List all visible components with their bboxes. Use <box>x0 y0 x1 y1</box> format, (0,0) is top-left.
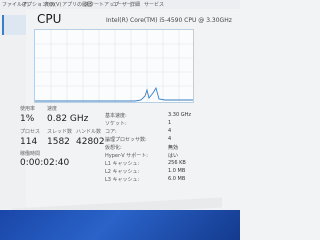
utilization-label: 使用率 <box>20 106 36 112</box>
sidebar-item-cpu[interactable] <box>2 15 26 35</box>
uptime-value: 0:00:02:40 <box>20 158 70 168</box>
speed-value: 0.82 GHz <box>47 114 89 124</box>
detail-value: 1 <box>168 120 172 126</box>
cpu-usage-line <box>35 86 193 102</box>
cpu-utilization-graph <box>34 29 194 103</box>
detail-value: 無効 <box>168 145 179 151</box>
detail-label: 論理プロセッサ数: <box>105 137 147 143</box>
processes-label: プロセス <box>20 129 41 135</box>
detail-label: 仮想化: <box>105 145 122 151</box>
threads-value: 1582 <box>47 137 70 147</box>
detail-value: 1.0 MB <box>168 168 186 174</box>
detail-label: L1 キャッシュ: <box>105 161 140 167</box>
cpu-model: Intel(R) Core(TM) i5-4590 CPU @ 3.30GHz <box>106 17 232 24</box>
tab-details[interactable]: 詳細 <box>130 1 140 8</box>
detail-label: ソケット: <box>105 121 127 127</box>
detail-value: 6.0 MB <box>168 176 186 182</box>
tab-services[interactable]: サービス <box>144 1 164 8</box>
detail-label: Hyper-V サポート: <box>105 153 148 159</box>
graph-svg <box>35 30 193 102</box>
uptime-label: 稼働時間 <box>20 151 41 157</box>
speed-label: 速度 <box>47 106 58 112</box>
menu-bar: ファイル(F) オプション(O) 表示(V) アプリの履歴 スタートアップ ユー… <box>0 0 240 9</box>
detail-label: L2 キャッシュ: <box>105 169 140 175</box>
detail-label: L3 キャッシュ: <box>105 177 140 183</box>
threads-label: スレッド数 <box>47 129 73 135</box>
desktop-background <box>0 210 240 240</box>
detail-label: コア: <box>105 129 117 135</box>
detail-value: 3.30 GHz <box>168 112 191 118</box>
processes-value: 114 <box>20 137 38 147</box>
handles-value: 42802 <box>76 137 105 147</box>
menu-view[interactable]: 表示(V) <box>44 1 61 8</box>
detail-value: はい <box>168 153 179 159</box>
utilization-value: 1% <box>20 114 35 124</box>
page-title: CPU <box>37 12 62 26</box>
detail-value: 4 <box>168 128 172 134</box>
detail-value: 256 KB <box>168 160 186 166</box>
detail-label: 基本速度: <box>105 113 127 119</box>
handles-label: ハンドル数 <box>76 129 102 135</box>
detail-value: 4 <box>168 136 172 142</box>
tab-users[interactable]: ユーザー <box>112 1 132 8</box>
